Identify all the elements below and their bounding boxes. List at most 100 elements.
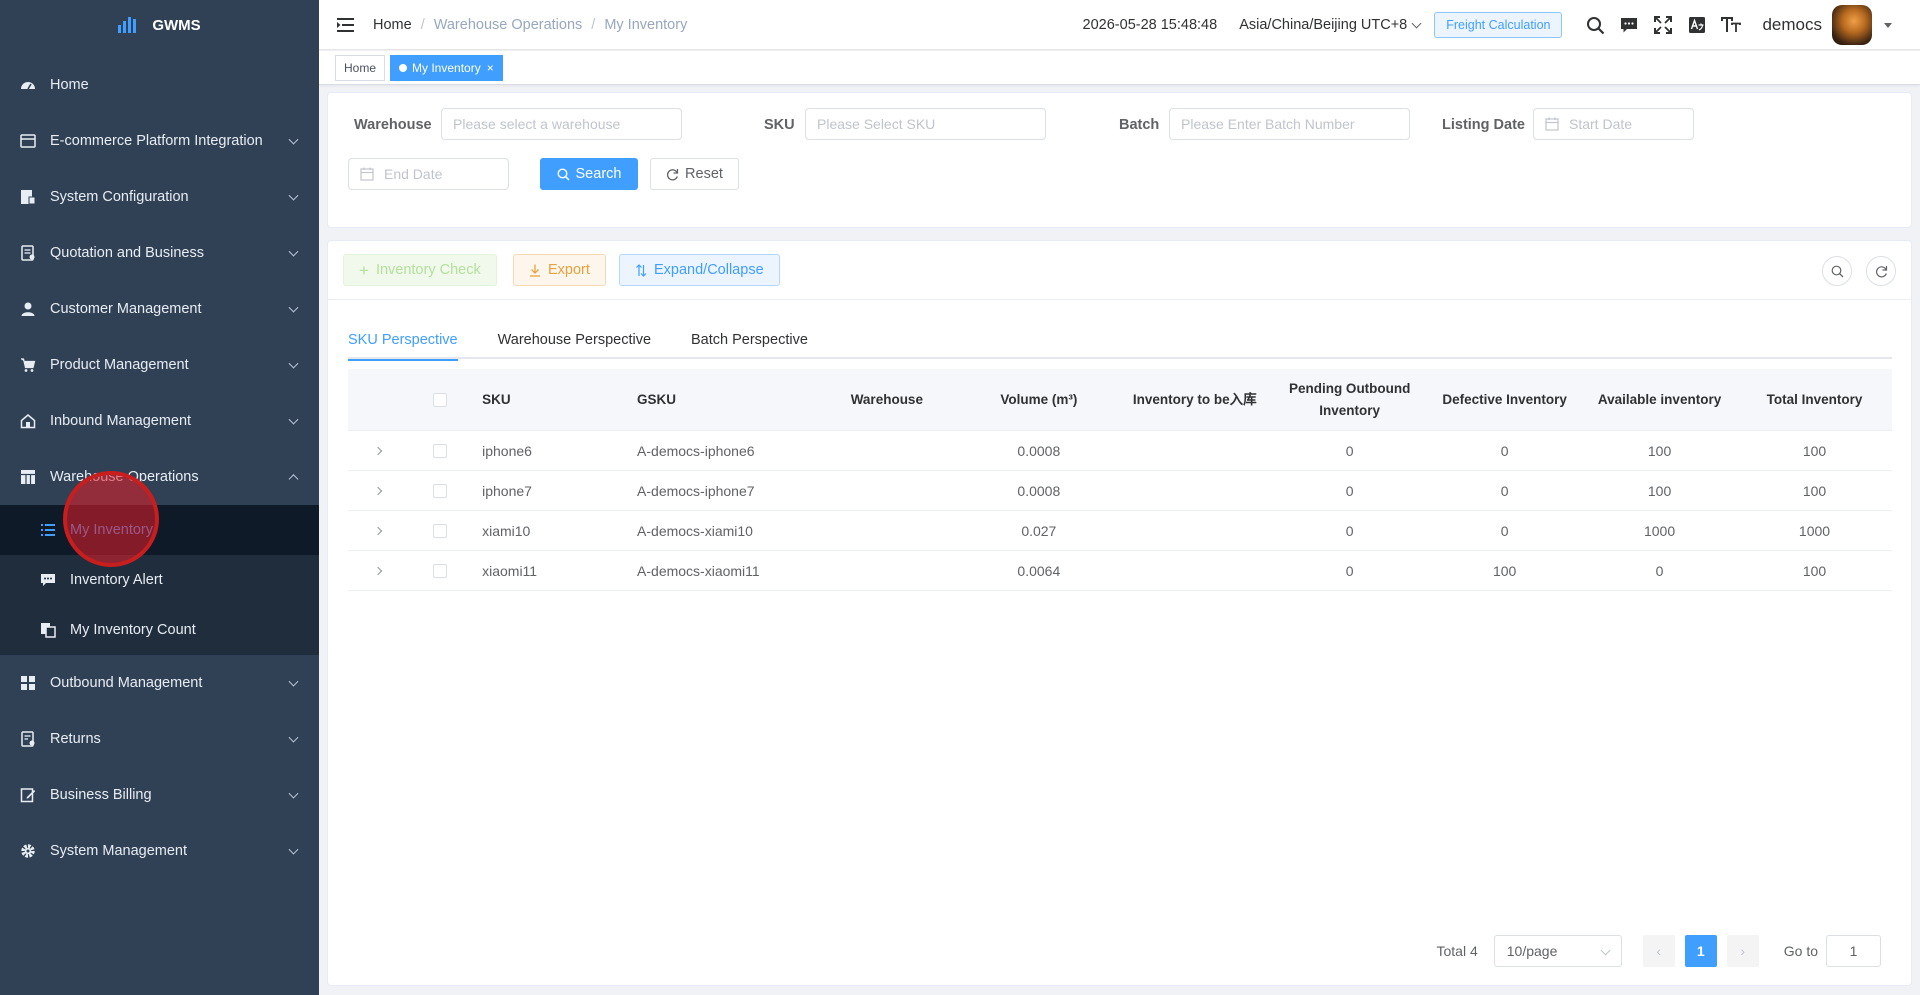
cell-volume: 0.027 [1021, 522, 1057, 539]
search-icon[interactable] [1578, 8, 1612, 42]
sku-select[interactable]: Please Select SKU [805, 108, 1046, 140]
table-row[interactable]: iphone6 A-democs-iphone6 0.0008 0 0 100 … [348, 431, 1892, 471]
search-button[interactable]: Search [540, 158, 638, 190]
sidebar-item-warehouse-operations[interactable]: Warehouse Operations [0, 449, 319, 505]
reset-button[interactable]: Reset [650, 158, 739, 190]
chevron-down-icon [288, 414, 299, 425]
breadcrumb-warehouse-operations: Warehouse Operations [433, 16, 583, 33]
sidebar-item-label: My Inventory [70, 522, 153, 538]
sidebar-item-business-billing[interactable]: Business Billing [0, 767, 319, 823]
prev-page-button[interactable]: ‹ [1642, 935, 1675, 967]
header-to-be-inbound[interactable]: Inventory to be入库 [1117, 389, 1272, 411]
timezone-dropdown[interactable]: Asia/China/Beijing UTC+8 [1239, 17, 1422, 33]
header-warehouse[interactable]: Warehouse [813, 389, 960, 411]
tag-my-inventory[interactable]: My Inventory × [390, 54, 503, 81]
warehouse-submenu: My Inventory Inventory Alert My Inventor… [0, 505, 319, 655]
page-size-value: 10/page [1506, 943, 1558, 959]
sidebar-item-home[interactable]: Home [0, 57, 319, 113]
page-number-1[interactable]: 1 [1684, 935, 1717, 967]
header-gsku[interactable]: GSKU [627, 389, 813, 411]
row-checkbox[interactable] [432, 563, 447, 578]
font-size-icon[interactable] [1714, 8, 1748, 42]
warehouse-select[interactable]: Please select a warehouse [441, 108, 682, 140]
fullscreen-icon[interactable] [1646, 8, 1680, 42]
row-expand-toggle[interactable] [348, 486, 407, 495]
app-name: GWMS [152, 16, 201, 34]
sidebar-item-label: System Management [50, 843, 188, 859]
table-row[interactable]: xiami10 A-democs-xiami10 0.027 0 0 1000 … [348, 511, 1892, 551]
toggle-search-button[interactable] [1822, 256, 1852, 286]
returns-icon [20, 731, 36, 747]
timezone-value: Asia/China/Beijing UTC+8 [1239, 17, 1408, 33]
select-all-checkbox[interactable] [432, 392, 447, 407]
sidebar-item-product-management[interactable]: Product Management [0, 337, 319, 393]
chevron-down-icon [288, 134, 299, 145]
sidebar-item-my-inventory-count[interactable]: My Inventory Count [0, 605, 319, 655]
next-page-button[interactable]: › [1726, 935, 1759, 967]
sidebar-item-returns[interactable]: Returns [0, 711, 319, 767]
row-expand-toggle[interactable] [348, 566, 407, 575]
freight-calculation-button[interactable]: Freight Calculation [1434, 12, 1563, 38]
gear-icon [20, 843, 36, 859]
tab-sku-perspective[interactable]: SKU Perspective [348, 321, 458, 361]
expand-collapse-button[interactable]: Expand/Collapse [619, 254, 780, 286]
batch-input[interactable]: Please Enter Batch Number [1169, 108, 1410, 140]
cell-available: 0 [1655, 562, 1664, 579]
username[interactable]: democs [1762, 15, 1822, 35]
sidebar-item-quotation[interactable]: Quotation and Business [0, 225, 319, 281]
close-icon[interactable]: × [487, 61, 494, 75]
row-checkbox[interactable] [432, 443, 447, 458]
export-button[interactable]: Export [513, 254, 606, 286]
message-icon[interactable] [1612, 8, 1646, 42]
row-select-cell [407, 443, 472, 458]
inventory-check-button[interactable]: + Inventory Check [343, 254, 497, 286]
header-defective[interactable]: Defective Inventory [1427, 389, 1582, 411]
header-total[interactable]: Total Inventory [1737, 389, 1892, 411]
translate-icon[interactable] [1680, 8, 1714, 42]
pagination: Total 4 10/page ‹ 1 › Go to 1 [1437, 935, 1881, 967]
cell-volume: 0.0008 [1017, 482, 1061, 499]
cell-defective: 0 [1500, 442, 1509, 459]
tab-batch-perspective[interactable]: Batch Perspective [691, 321, 808, 359]
row-checkbox[interactable] [432, 483, 447, 498]
sidebar-item-system-configuration[interactable]: System Configuration [0, 169, 319, 225]
menu-toggle-icon[interactable] [319, 17, 373, 33]
chevron-down-icon [288, 844, 299, 855]
breadcrumb-home[interactable]: Home [373, 17, 412, 33]
sidebar-item-inbound-management[interactable]: Inbound Management [0, 393, 319, 449]
breadcrumb-my-inventory: My Inventory [604, 16, 688, 33]
tab-warehouse-perspective[interactable]: Warehouse Perspective [498, 321, 651, 359]
cell-defective: 0 [1500, 522, 1509, 539]
end-date-picker[interactable]: End Date [348, 158, 509, 190]
cell-gsku: A-democs-xiaomi11 [637, 562, 760, 579]
inventory-panel: + Inventory Check Export Expand/Collapse… [327, 240, 1912, 986]
current-datetime: 2026-05-28 15:48:48 [1082, 17, 1218, 33]
row-expand-toggle[interactable] [348, 526, 407, 535]
sidebar-item-my-inventory[interactable]: My Inventory [0, 505, 319, 555]
app-logo[interactable]: GWMS [0, 0, 319, 50]
sidebar-item-inventory-alert[interactable]: Inventory Alert [0, 555, 319, 605]
avatar[interactable] [1832, 5, 1872, 45]
caret-down-icon[interactable] [1884, 22, 1892, 28]
page-size-select[interactable]: 10/page [1493, 935, 1622, 967]
table-row[interactable]: xiaomi11 A-democs-xiaomi11 0.0064 0 100 … [348, 551, 1892, 591]
row-select-cell [407, 483, 472, 498]
sku-placeholder: Please Select SKU [817, 116, 936, 132]
header-sku[interactable]: SKU [472, 389, 627, 411]
sidebar-item-customer-management[interactable]: Customer Management [0, 281, 319, 337]
warehouse-label: Warehouse [354, 117, 432, 133]
sidebar-item-system-management[interactable]: System Management [0, 823, 319, 879]
cell-total: 100 [1802, 482, 1827, 499]
start-date-picker[interactable]: Start Date [1533, 108, 1694, 140]
sidebar-item-outbound-management[interactable]: Outbound Management [0, 655, 319, 711]
refresh-button[interactable] [1866, 256, 1896, 286]
goto-page-input[interactable]: 1 [1826, 935, 1881, 967]
sidebar-item-ecommerce[interactable]: E-commerce Platform Integration [0, 113, 319, 169]
tag-home[interactable]: Home [335, 54, 386, 81]
header-volume[interactable]: Volume (m³) [960, 389, 1117, 411]
header-pending-outbound[interactable]: Pending Outbound Inventory [1272, 378, 1427, 422]
row-checkbox[interactable] [432, 523, 447, 538]
table-row[interactable]: iphone7 A-democs-iphone7 0.0008 0 0 100 … [348, 471, 1892, 511]
header-available[interactable]: Available inventory [1582, 389, 1737, 411]
row-expand-toggle[interactable] [348, 446, 407, 455]
